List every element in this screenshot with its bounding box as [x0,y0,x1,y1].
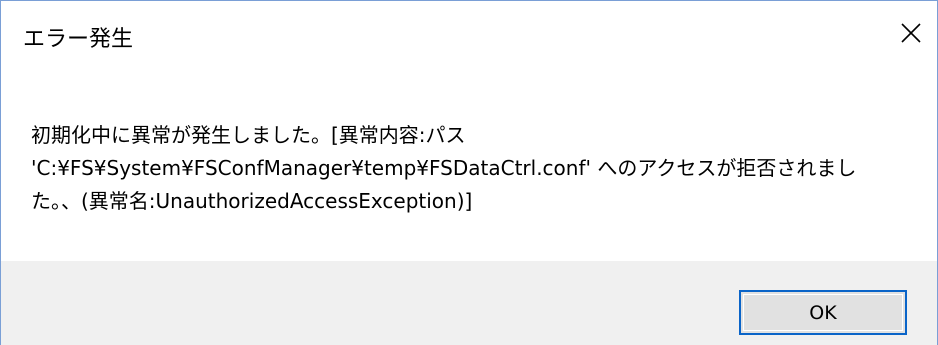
close-button[interactable] [885,9,937,57]
error-message-line: 初期化中に異常が発生しました。[異常内容:パス [31,123,466,147]
ok-button[interactable]: OK [739,290,907,335]
error-message-line: た。、(異常名:UnauthorizedAccessException)] [31,189,473,213]
error-message-line: 'C:¥FS¥System¥FSConfManager¥temp¥FSDataC… [31,156,857,180]
error-message: 初期化中に異常が発生しました。[異常内容:パス 'C:¥FS¥System¥FS… [31,119,911,218]
dialog-footer: OK [1,261,937,345]
ok-button-label: OK [809,301,837,324]
close-icon [901,23,921,43]
dialog-title: エラー発生 [23,27,134,52]
error-dialog: エラー発生 初期化中に異常が発生しました。[異常内容:パス 'C:¥FS¥Sys… [0,0,938,345]
title-bar[interactable]: エラー発生 [1,1,937,83]
dialog-content: 初期化中に異常が発生しました。[異常内容:パス 'C:¥FS¥System¥FS… [1,83,937,261]
